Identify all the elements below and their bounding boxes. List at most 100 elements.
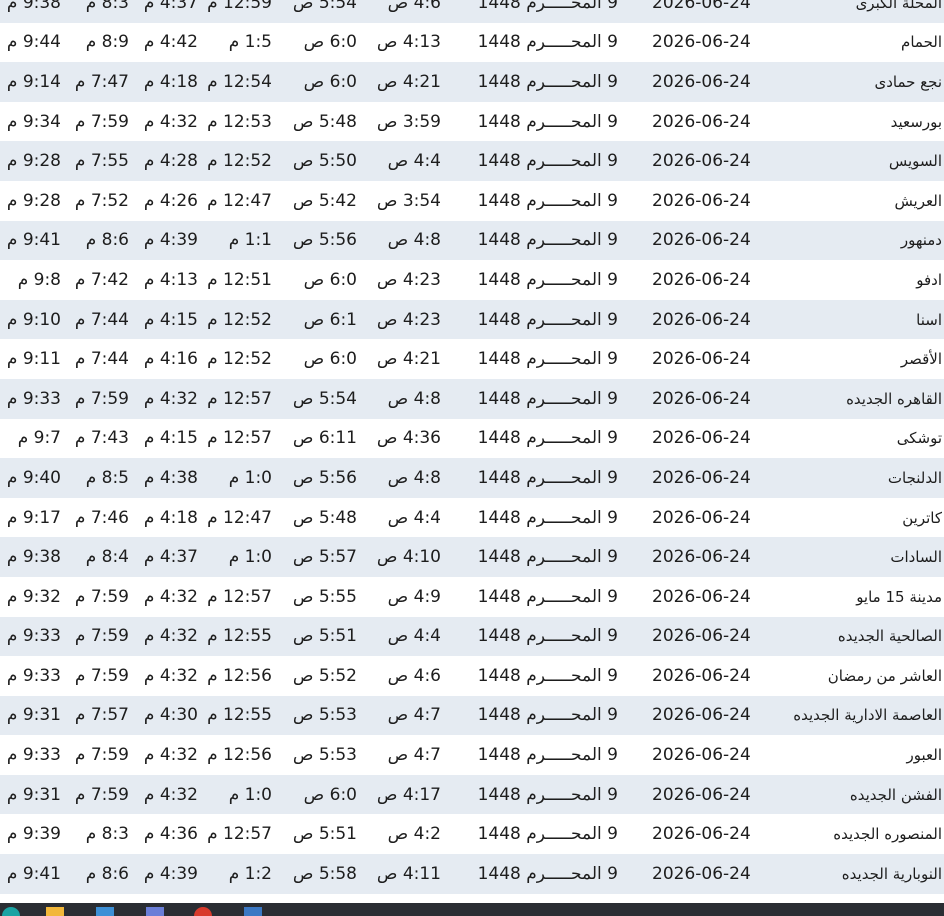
table-row: بورسعيد 2026-06-24 9 المحـــــرم 1448 3:59 … [0, 101, 944, 142]
table-row: كاترين 2026-06-24 9 المحـــــرم 1448 4:4 ص 5… [0, 497, 944, 538]
store-icon[interactable] [96, 907, 114, 916]
maghrib-time: 7:46 م [74, 507, 129, 528]
table-row: العاصمة الادارية الجديده 2026-06-24 9 المح… [0, 695, 944, 736]
asr-time: 4:32 م [143, 745, 198, 766]
fajr-time: 4:4 ص [387, 626, 441, 647]
isha-time: 9:33 م [6, 626, 61, 647]
fajr-time: 4:13 ص [376, 32, 441, 53]
maghrib-time: 7:43 م [74, 428, 129, 449]
sunrise-time: 5:56 ص [292, 467, 357, 488]
table-row: العريش 2026-06-24 9 المحـــــرم 1448 3:54 ص… [0, 180, 944, 221]
dhuhr-time: 1:0 م [228, 784, 272, 805]
dhuhr-time: 1:2 م [228, 863, 272, 884]
hijri-date: 9 المحـــــرم 1448 [477, 0, 618, 13]
hijri-date: 9 المحـــــرم 1448 [477, 71, 618, 92]
maghrib-time: 7:42 م [74, 269, 129, 290]
asr-time: 4:36 م [143, 824, 198, 845]
hijri-date: 9 المحـــــرم 1448 [477, 151, 618, 172]
hijri-date: 9 المحـــــرم 1448 [477, 705, 618, 726]
hijri-date: 9 المحـــــرم 1448 [477, 665, 618, 686]
table-row: مدينة 15 مايو 2026-06-24 9 المحـــــرم 144… [0, 576, 944, 617]
fajr-time: 4:36 ص [376, 428, 441, 449]
isha-time: 9:34 م [6, 111, 61, 132]
sunrise-time: 5:48 ص [292, 111, 357, 132]
maghrib-time: 7:59 م [74, 388, 129, 409]
copilot-icon[interactable] [146, 907, 164, 916]
fajr-time: 4:7 ص [387, 745, 441, 766]
asr-time: 4:28 م [143, 151, 198, 172]
fajr-time: 4:8 ص [387, 230, 441, 251]
isha-time: 9:33 م [6, 745, 61, 766]
sunrise-time: 5:55 ص [292, 586, 357, 607]
asr-time: 4:37 م [143, 0, 198, 13]
table-row: المحلة الكبرى 2026-06-24 9 المحـــــرم 144… [0, 0, 944, 23]
isha-time: 9:33 م [6, 388, 61, 409]
gregorian-date: 2026-06-24 [652, 626, 751, 647]
hijri-date: 9 المحـــــرم 1448 [477, 269, 618, 290]
chrome-icon[interactable] [194, 907, 212, 916]
city-name: المنصوره الجديده [833, 825, 942, 844]
hijri-date: 9 المحـــــرم 1448 [477, 863, 618, 884]
city-name: الصالحية الجديده [837, 627, 942, 646]
asr-time: 4:32 م [143, 784, 198, 805]
fajr-time: 4:8 ص [387, 388, 441, 409]
maghrib-time: 7:59 م [74, 111, 129, 132]
fajr-time: 4:6 ص [387, 0, 441, 13]
isha-time: 9:41 م [6, 230, 61, 251]
gregorian-date: 2026-06-24 [652, 547, 751, 568]
city-name: المحلة الكبرى [855, 0, 942, 12]
sunrise-time: 6:0 ص [303, 784, 357, 805]
city-name: النوبارية الجديده [841, 864, 942, 883]
asr-time: 4:30 م [143, 705, 198, 726]
asr-time: 4:13 م [143, 269, 198, 290]
maghrib-time: 8:5 م [85, 467, 129, 488]
city-name: السويس [888, 152, 942, 171]
sunrise-time: 5:50 ص [292, 151, 357, 172]
fajr-time: 4:4 ص [387, 507, 441, 528]
hijri-date: 9 المحـــــرم 1448 [477, 467, 618, 488]
dhuhr-time: 12:56 م [207, 745, 272, 766]
asr-time: 4:42 م [143, 32, 198, 53]
gregorian-date: 2026-06-24 [652, 745, 751, 766]
maghrib-time: 7:44 م [74, 309, 129, 330]
table-row: القاهره الجديده 2026-06-24 9 المحـــــرم 1… [0, 378, 944, 419]
dhuhr-time: 12:57 م [207, 824, 272, 845]
fajr-time: 4:21 ص [376, 349, 441, 370]
isha-time: 9:32 م [6, 586, 61, 607]
gregorian-date: 2026-06-24 [652, 863, 751, 884]
hijri-date: 9 المحـــــرم 1448 [477, 349, 618, 370]
isha-time: 9:28 م [6, 190, 61, 211]
isha-time: 9:11 م [6, 349, 61, 370]
edge-icon[interactable] [2, 907, 20, 916]
asr-time: 4:18 م [143, 71, 198, 92]
isha-time: 9:31 م [6, 784, 61, 805]
isha-time: 9:10 م [6, 309, 61, 330]
table-row: ادفو 2026-06-24 9 المحـــــرم 1448 4:23 ص 6:… [0, 260, 944, 300]
hijri-date: 9 المحـــــرم 1448 [477, 309, 618, 330]
sunrise-time: 6:0 ص [303, 71, 357, 92]
sunrise-time: 5:54 ص [292, 0, 357, 13]
calendar-icon[interactable] [244, 907, 262, 916]
dhuhr-time: 12:56 م [207, 665, 272, 686]
table-row: الفشن الجديده 2026-06-24 9 المحـــــرم 144… [0, 774, 944, 815]
dhuhr-time: 12:57 م [207, 388, 272, 409]
table-row: النوبارية الجديده 2026-06-24 9 المحـــــرم… [0, 854, 944, 894]
table-row: توشكى 2026-06-24 9 المحـــــرم 1448 4:36 ص 6… [0, 418, 944, 459]
table-row: المنصوره الجديده 2026-06-24 9 المحـــــرم … [0, 814, 944, 855]
asr-time: 4:32 م [143, 586, 198, 607]
sunrise-time: 5:58 ص [292, 863, 357, 884]
dhuhr-time: 12:52 م [207, 151, 272, 172]
maghrib-time: 7:47 م [74, 71, 129, 92]
table-row: العبور 2026-06-24 9 المحـــــرم 1448 4:7 ص 5… [0, 735, 944, 775]
fajr-time: 4:9 ص [387, 586, 441, 607]
asr-time: 4:39 م [143, 230, 198, 251]
hijri-date: 9 المحـــــرم 1448 [477, 745, 618, 766]
asr-time: 4:15 م [143, 428, 198, 449]
file-explorer-icon[interactable] [46, 907, 64, 916]
gregorian-date: 2026-06-24 [652, 388, 751, 409]
gregorian-date: 2026-06-24 [652, 32, 751, 53]
maghrib-time: 8:4 م [85, 547, 129, 568]
asr-time: 4:39 م [143, 863, 198, 884]
isha-time: 9:41 م [6, 863, 61, 884]
city-name: توشكى [896, 429, 942, 448]
